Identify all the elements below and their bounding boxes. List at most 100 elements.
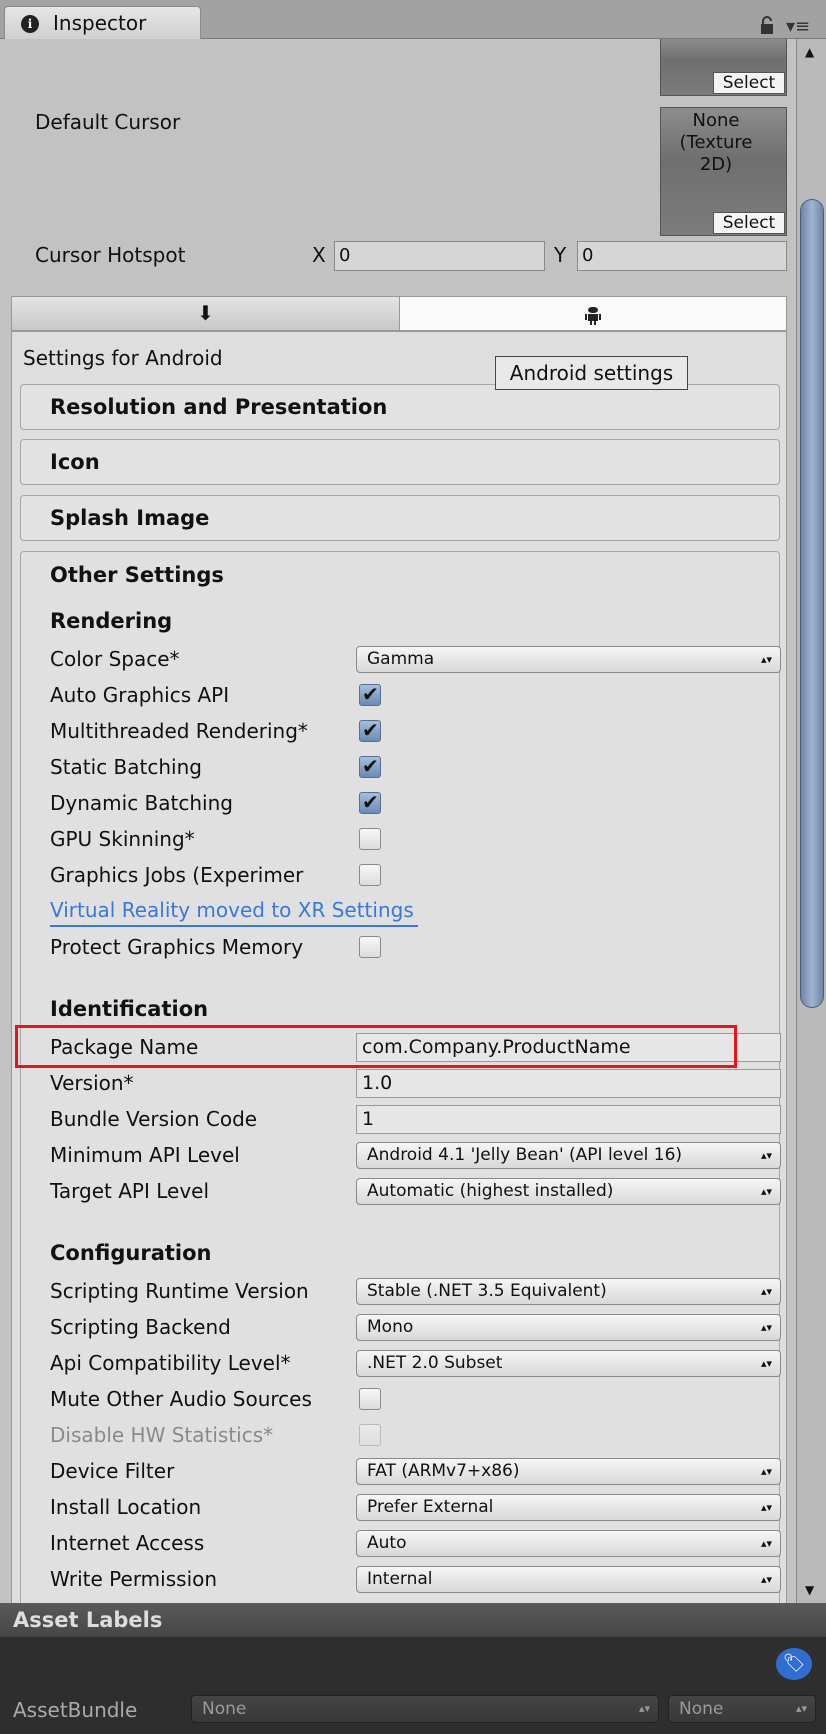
install-location-dropdown[interactable]: Prefer External ▴▾ <box>356 1494 781 1521</box>
setting-row-write-permission: Write Permission Internal ▴▾ <box>21 1561 781 1597</box>
scripting-backend-dropdown[interactable]: Mono ▴▾ <box>356 1314 781 1341</box>
updown-icon: ▴▾ <box>760 1501 772 1514</box>
asset-labels-header: Asset Labels <box>0 1603 826 1637</box>
scroll-up-icon[interactable]: ▲ <box>805 45 814 59</box>
setting-label: GPU Skinning* <box>50 827 195 851</box>
download-icon: ⬇ <box>197 301 214 325</box>
default-cursor-label: Default Cursor <box>35 110 181 134</box>
internet-access-dropdown[interactable]: Auto ▴▾ <box>356 1530 781 1557</box>
scrollbar[interactable]: ▲ ▼ <box>796 39 826 1603</box>
dynamic-batching-checkbox[interactable] <box>359 790 381 814</box>
setting-row-dynamic-batching: Dynamic Batching <box>21 785 779 821</box>
setting-row-protect-graphics-memory: Protect Graphics Memory <box>21 929 779 965</box>
dropdown-value: Prefer External <box>367 1497 494 1517</box>
setting-label: Write Permission <box>50 1567 218 1591</box>
menu-icon[interactable]: ▾≡ <box>786 16 810 37</box>
setting-row-device-filter: Device Filter FAT (ARMv7+x86) ▴▾ <box>21 1453 781 1489</box>
header-splash[interactable]: Splash Image <box>20 495 780 541</box>
target-api-level-dropdown[interactable]: Automatic (highest installed) ▴▾ <box>356 1178 781 1205</box>
inspector-tab[interactable]: i Inspector <box>4 6 201 40</box>
minimum-api-level-dropdown[interactable]: Android 4.1 'Jelly Bean' (API level 16) ▴… <box>356 1142 781 1169</box>
dropdown-value: Mono <box>367 1317 414 1337</box>
dropdown-value: Auto <box>367 1533 407 1553</box>
tab-android[interactable] <box>400 297 786 330</box>
section-heading-configuration: Configuration <box>50 1241 212 1265</box>
updown-icon: ▴▾ <box>760 1537 772 1550</box>
hotspot-y-input[interactable]: 0 <box>577 241 787 271</box>
setting-label: Color Space* <box>50 647 180 671</box>
bundle-version-code-input[interactable]: 1 <box>356 1105 781 1134</box>
auto-graphics-api-checkbox[interactable] <box>359 682 381 706</box>
static-batching-checkbox[interactable] <box>359 754 381 778</box>
setting-row-color-space: Color Space* Gamma ▴▾ <box>21 641 781 677</box>
setting-label: Scripting Runtime Version <box>50 1279 309 1303</box>
updown-icon: ▴▾ <box>760 653 772 666</box>
updown-icon: ▴▾ <box>638 1702 650 1715</box>
tab-standalone[interactable]: ⬇ <box>12 297 400 330</box>
android-icon <box>585 306 601 325</box>
tag-icon[interactable]: 🏷 <box>776 1648 812 1680</box>
header-other-settings[interactable]: Other Settings <box>21 552 779 601</box>
device-filter-dropdown[interactable]: FAT (ARMv7+x86) ▴▾ <box>356 1458 781 1485</box>
version-input[interactable]: 1.0 <box>356 1069 781 1098</box>
texture-slot[interactable]: Select <box>660 39 787 96</box>
setting-label: Disable HW Statistics* <box>50 1423 274 1447</box>
graphics-jobs-experimer-checkbox[interactable] <box>359 864 381 886</box>
multithreaded-rendering-checkbox[interactable] <box>359 718 381 742</box>
updown-icon: ▴▾ <box>760 1285 772 1298</box>
lock-icon[interactable] <box>760 16 774 34</box>
scroll-down-icon[interactable]: ▼ <box>805 1583 814 1597</box>
setting-row-version: Version* 1.0 <box>21 1065 781 1101</box>
setting-label: Internet Access <box>50 1531 205 1555</box>
updown-icon: ▴▾ <box>795 1702 807 1715</box>
android-settings-panel: Settings for Android Android settings Re… <box>11 331 787 1603</box>
xr-settings-link[interactable]: Virtual Reality moved to XR Settings <box>50 895 418 927</box>
gpu-skinning-checkbox[interactable] <box>359 828 381 850</box>
updown-icon: ▴▾ <box>760 1357 772 1370</box>
updown-icon: ▴▾ <box>760 1465 772 1478</box>
assetbundle-label: AssetBundle <box>13 1698 138 1722</box>
color-space-dropdown[interactable]: Gamma ▴▾ <box>356 646 781 673</box>
scrollbar-thumb[interactable] <box>800 199 824 1008</box>
hotspot-x-input[interactable]: 0 <box>334 241 545 271</box>
header-resolution[interactable]: Resolution and Presentation <box>20 384 780 430</box>
assetbundle-variant-dropdown[interactable]: None ▴▾ <box>668 1695 816 1723</box>
setting-row-minimum-api-level: Minimum API Level Android 4.1 'Jelly Bean… <box>21 1137 781 1173</box>
setting-label: Minimum API Level <box>50 1143 240 1167</box>
updown-icon: ▴▾ <box>760 1149 772 1162</box>
updown-icon: ▴▾ <box>760 1321 772 1334</box>
highlight-box <box>15 1025 737 1068</box>
dropdown-value: .NET 2.0 Subset <box>367 1353 503 1373</box>
scripting-runtime-version-dropdown[interactable]: Stable (.NET 3.5 Equivalent) ▴▾ <box>356 1278 781 1305</box>
dropdown-value: Stable (.NET 3.5 Equivalent) <box>367 1281 607 1301</box>
updown-icon: ▴▾ <box>760 1573 772 1586</box>
inspector-tab-title: Inspector <box>53 11 147 35</box>
select-button[interactable]: Select <box>713 72 785 94</box>
setting-label: Bundle Version Code <box>50 1107 258 1131</box>
texture-none-label: None (Texture 2D) <box>679 110 753 175</box>
setting-label: Target API Level <box>50 1179 210 1203</box>
setting-label: Version* <box>50 1071 134 1095</box>
dropdown-value: FAT (ARMv7+x86) <box>367 1461 520 1481</box>
setting-row-internet-access: Internet Access Auto ▴▾ <box>21 1525 781 1561</box>
write-permission-dropdown[interactable]: Internal ▴▾ <box>356 1566 781 1593</box>
header-icon[interactable]: Icon <box>20 439 780 485</box>
mute-other-audio-sources-checkbox[interactable] <box>359 1388 381 1410</box>
setting-row-static-batching: Static Batching <box>21 749 779 785</box>
setting-label: Graphics Jobs (Experimer <box>50 863 304 887</box>
setting-label: Api Compatibility Level* <box>50 1351 291 1375</box>
api-compatibility-level-dropdown[interactable]: .NET 2.0 Subset ▴▾ <box>356 1350 781 1377</box>
setting-row-install-location: Install Location Prefer External ▴▾ <box>21 1489 781 1525</box>
setting-row-api-compatibility-level: Api Compatibility Level* .NET 2.0 Subset ▴… <box>21 1345 781 1381</box>
default-cursor-texture[interactable]: None (Texture 2D) Select <box>660 107 787 236</box>
setting-label: Protect Graphics Memory <box>50 935 304 959</box>
assetbundle-dropdown[interactable]: None ▴▾ <box>191 1695 659 1723</box>
disable-hw-statistics-checkbox <box>359 1424 381 1446</box>
protect-graphics-memory-checkbox[interactable] <box>359 936 381 958</box>
setting-row-graphics-jobs-experimer: Graphics Jobs (Experimer <box>21 857 779 893</box>
setting-label: Static Batching <box>50 755 202 779</box>
other-settings-section: Other Settings Rendering Color Space* Gamm… <box>20 551 781 1603</box>
setting-label: Device Filter <box>50 1459 175 1483</box>
select-button[interactable]: Select <box>713 212 785 234</box>
variant-value: None <box>679 1699 724 1719</box>
